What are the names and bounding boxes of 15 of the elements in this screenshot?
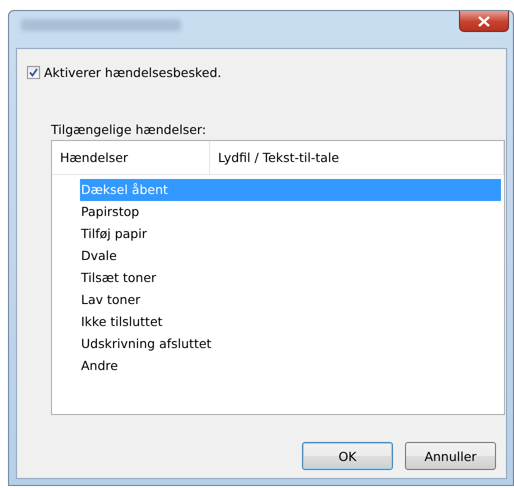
close-icon [478,16,490,26]
event-item[interactable]: Tilføj papir [80,223,501,245]
events-label: Tilgængelige hændelser: [51,122,208,137]
cancel-button[interactable]: Annuller [405,442,496,470]
ok-button[interactable]: OK [302,442,393,470]
checkbox-label[interactable]: Aktiverer hændelsesbesked. [44,65,222,80]
event-item[interactable]: Dvale [80,245,501,267]
close-button[interactable] [459,11,509,32]
event-item[interactable]: Tilsæt toner [80,267,501,289]
event-item[interactable]: Ikke tilsluttet [80,311,501,333]
event-item[interactable]: Udskrivning afsluttet [80,333,501,355]
event-item[interactable]: Lav toner [80,289,501,311]
checkbox[interactable] [27,66,40,79]
event-item[interactable]: Papirstop [80,201,501,223]
event-item[interactable]: Andre [80,355,501,377]
